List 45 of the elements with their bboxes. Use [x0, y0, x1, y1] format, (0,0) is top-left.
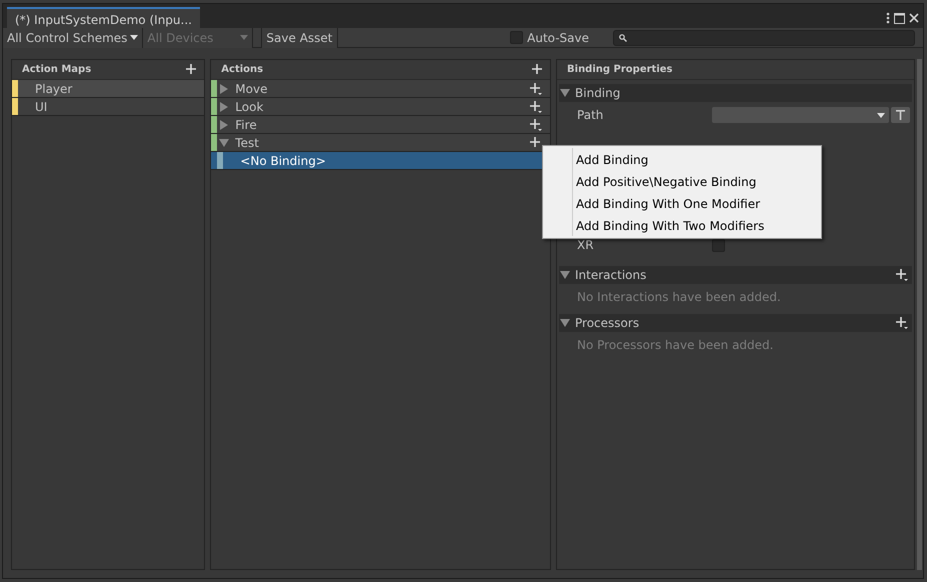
add-icon[interactable]: [186, 64, 198, 76]
empty-message: No Interactions have been added.: [576, 289, 782, 306]
maximize-icon[interactable]: [894, 12, 905, 24]
collapse-arrow-icon[interactable]: [217, 138, 232, 148]
caret-icon: [130, 35, 138, 40]
menu-item[interactable]: Add Binding With Two Modifiers: [543, 214, 821, 236]
window-tab[interactable]: (*) InputSystemDemo (Inpu...: [7, 7, 200, 28]
action-map-item[interactable]: Player: [12, 80, 204, 98]
search-icon: [619, 34, 627, 42]
auto-save-checkbox[interactable]: [510, 31, 524, 44]
empty-message: No Processors have been added.: [576, 337, 774, 354]
text-mode-button[interactable]: [891, 107, 910, 123]
add-menu-icon[interactable]: [530, 82, 542, 94]
control-scheme-dropdown[interactable]: All Control Schemes: [3, 28, 144, 48]
close-icon[interactable]: [909, 13, 919, 23]
action-map-item[interactable]: UI: [12, 98, 204, 116]
section-header[interactable]: Interactions: [559, 266, 912, 284]
add-icon[interactable]: [530, 136, 542, 148]
field-label: XR: [577, 237, 595, 254]
menu-item[interactable]: Add Positive\Negative Binding: [543, 170, 821, 192]
search-field[interactable]: [613, 30, 915, 46]
add-icon[interactable]: [532, 64, 544, 76]
section-header[interactable]: Processors: [559, 314, 912, 332]
action-item[interactable]: Move: [211, 80, 550, 98]
add-menu-icon[interactable]: [530, 100, 542, 112]
panel-title: Binding Properties: [567, 63, 672, 77]
text-mode-icon: [896, 110, 906, 120]
panel-title: Actions: [221, 63, 264, 77]
xr-checkbox[interactable]: [712, 238, 726, 252]
more-icon[interactable]: [886, 12, 890, 24]
menu-item[interactable]: Add Binding With One Modifier: [543, 192, 821, 214]
section-header[interactable]: Binding: [559, 84, 912, 102]
auto-save-label: Auto-Save: [527, 30, 589, 46]
action-item[interactable]: Test: [211, 134, 550, 152]
action-item[interactable]: Look: [211, 98, 550, 116]
panel-title: Action Maps: [22, 63, 92, 77]
save-asset-button[interactable]: Save Asset: [261, 28, 338, 48]
caret-icon: [240, 35, 248, 40]
field-label: Path: [577, 107, 604, 124]
caret-icon: [877, 112, 886, 118]
add-menu-icon[interactable]: [896, 269, 908, 281]
action-item[interactable]: Fire: [211, 116, 550, 134]
add-menu-icon[interactable]: [530, 118, 542, 130]
scrollbar[interactable]: [917, 59, 922, 570]
add-menu-icon[interactable]: [896, 317, 908, 329]
